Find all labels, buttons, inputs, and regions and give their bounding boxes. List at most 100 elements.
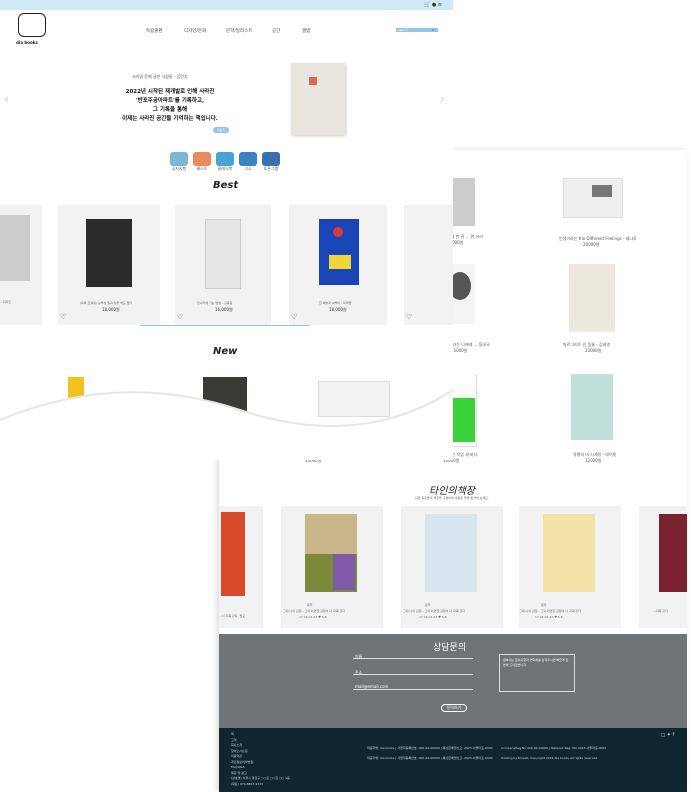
footer-info: 대표자명: dia books | 사업자등록번호: 000-00-00000 … [367,756,493,760]
logo-icon[interactable] [18,13,46,37]
shelf-meta: 17 24.02.23 ♥ 5.8 [535,615,563,619]
contact-title: 상담문의 [433,643,467,653]
nav-item[interactable]: 독립출판 [146,28,163,34]
book-cover[interactable] [571,374,613,440]
slider-prev-icon[interactable]: ‹ [4,92,9,106]
name-label: 이름 [355,654,363,659]
nav-item[interactable]: 문학/일러스트 [226,28,252,34]
shelf-title: ...지목 같다 [653,609,668,613]
email-field[interactable] [353,689,473,690]
top-icons: 🛒 ● ≡ [424,2,442,8]
product-title: ...러피트 [0,300,12,304]
shelf-label: 문학 [425,603,431,607]
product-card[interactable]: 한 예술과 여백이 - 미래들 18,000원 ♡ [289,205,387,325]
hero-more-button[interactable]: 더보기 [213,127,229,133]
address-label: 주소 [355,670,363,675]
best-progress-bar [140,325,310,326]
user-icon[interactable]: ● [432,2,436,8]
footer-phone: (대표) 070-8867-9333 [231,781,263,786]
book-price: 20000원 [583,242,600,247]
nav-item[interactable]: 공간 [272,28,280,34]
category-label: 토론그룹 [263,166,279,171]
nav-item[interactable]: 앨범 [302,28,310,34]
shelf-title: 그대 나의 감정 - 그의 외면한 감정이 나 지목 같다 [283,609,346,613]
top-bar: 🛒 ● ≡ [0,0,453,10]
envelope-icon [239,152,257,166]
other-store-title: 타인의책장 [429,486,475,497]
category-label: 베스트 [196,166,208,171]
heart-icon[interactable]: ♡ [177,313,183,321]
hero-line: '반포주공아파트'를 기록하고, [135,98,205,104]
address-field[interactable] [353,674,473,675]
hero-headline: 2022년 시작된 재개발로 인해 사라진 '반포주공아파트'를 기록하고, 그… [100,88,240,124]
hero-line: 2022년 시작된 재개발로 인해 사라진 [125,89,215,95]
slider-next-icon[interactable]: › [440,92,445,106]
category-item[interactable]: 베스트 [193,152,214,172]
product-card[interactable]: 당나라에 가는 방법 - 김용원 16,000원 ♡ [175,205,271,325]
menu-icon[interactable]: ≡ [438,2,442,8]
category-label: 공지사항 [171,166,187,171]
nav-item[interactable]: 디자인/문화 [184,28,206,34]
name-field[interactable] [353,658,473,659]
footer: 텍 고객 회사소개 찾아오시는길 이용약관 개인정보처리방침 FAQ/Q&A 제… [219,728,687,792]
footer-address: (상호명) 서울시 마포구 ○○로 ○○길 ○○ 1층 [231,776,290,780]
heart-icon[interactable]: ♡ [406,313,412,321]
product-price: 16,000원 [215,307,233,312]
category-label: 클래식북 [217,166,233,171]
shelf-label: 문학 [307,603,313,607]
hero-line: 이제는 사라진 공간들 기억하는 책입니다. [122,116,218,122]
category-label: 고소 [244,166,252,171]
heart-icon[interactable]: ♡ [291,313,297,321]
new-title: New [213,346,238,357]
speech-bubble-icon [170,152,188,166]
product-title: 한 예술과 여백이 - 미래들 [319,301,352,305]
product-card[interactable]: ♡ [404,205,453,325]
search-icon[interactable]: ⌕ [432,27,434,32]
product-title: [독특 프롤링] 눈부심 일과 일을 해도 없다 [80,301,133,305]
best-title: Best [213,180,239,191]
radio-icon [193,152,211,166]
product-price: 18,000원 [329,307,347,312]
shelf-title: 그대 나의 감정 - 그의 외면한 감정이 나 지목 같다 [403,609,466,613]
book-price: 23000원 [585,348,602,353]
category-item[interactable]: 고소 [239,152,260,172]
footer-company: CompanyReg.No 000-00-00000 | Network Reg… [501,746,607,750]
twitter-icon[interactable]: ✦ [667,732,671,738]
message-placeholder: 원하시는 문의사항과 연락처를 남겨주시면 빠르게 답변해 드리겠습니다. [503,658,569,667]
shelf-label: 문학 [541,603,547,607]
category-item[interactable]: 토론그룹 [262,152,283,172]
message-textarea[interactable]: 원하시는 문의사항과 연락처를 남겨주시면 빠르게 답변해 드리겠습니다. [499,654,575,692]
front-page-panel: 🛒 ● ≡ dia books 독립출판 디자인/문화 문학/일러스트 공간 앨… [0,0,453,460]
facebook-icon[interactable]: f [673,732,675,738]
megaphone-icon [262,152,280,166]
instagram-icon[interactable]: ◻ [661,732,665,738]
category-item[interactable]: 클래식북 [216,152,237,172]
book-cover[interactable] [563,178,623,218]
shelf-title: 그대 나의 감정 - 그의 외면한 감정이 나 지목 같다 [519,609,582,613]
logo-text: dia books [16,40,38,45]
social-icons: ◻ ✦ f [661,732,674,738]
submit-button[interactable]: 문의하기 [441,704,467,712]
wave-divider [0,389,453,460]
heart-icon[interactable]: ♡ [60,313,66,321]
shelf-card[interactable] [219,506,263,628]
gift-icon [216,152,234,166]
contact-section: 상담문의 이름 주소 mail@email.com 원하시는 문의사항과 연락처… [219,634,687,728]
product-card[interactable]: [독특 프롤링] 눈부심 일과 일을 해도 없다 18,000원 ♡ [58,205,160,325]
hero-book-cover[interactable] [291,63,345,135]
shelf-title: ...시 지목 같다, 들교 [219,614,245,618]
book-cover[interactable] [569,264,615,332]
hero-line: 그 기록을 통해 [152,107,188,113]
product-title: 당나라에 가는 방법 - 김용원 [197,301,233,305]
book-price: 15000원 [451,348,468,353]
footer-company: Hosting by tmweb, Copyright 2024 dia boo… [501,756,599,760]
product-card[interactable] [0,205,42,325]
shelf-meta: 17 24.02.23 ♥ 5.8 [419,615,447,619]
email-label: mail@email.com [355,684,389,689]
hero-subtitle: 서지영 문예 글판 사람들 - 김민지 [132,74,188,79]
shelf-meta: 17 24.02.23 ♥ 5.8 [299,615,327,619]
cart-icon[interactable]: 🛒 [424,2,430,8]
footer-info: 대표자명: dia books | 사업자등록번호: 000-00-00000 … [367,746,493,750]
search-placeholder: search [398,28,408,32]
category-item[interactable]: 공지사항 [170,152,191,172]
